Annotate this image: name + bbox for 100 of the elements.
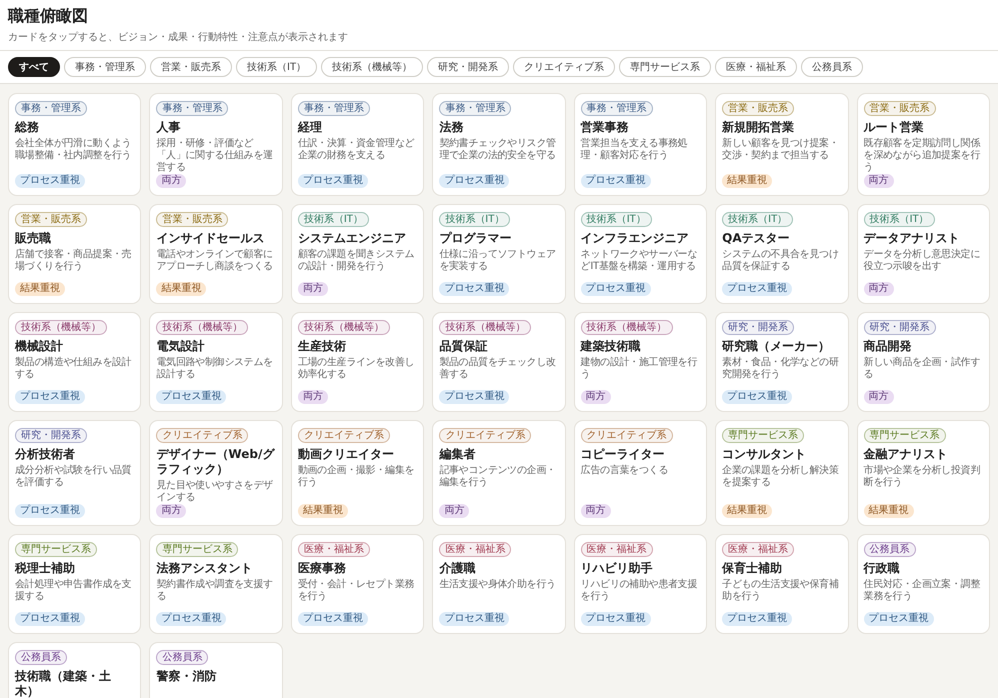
job-description: 子どもの生活支援や保育補助を行う — [722, 579, 840, 603]
filter-chip[interactable]: すべて — [8, 57, 60, 77]
job-title: コンサルタント — [722, 447, 806, 462]
category-tag: 技術系（IT） — [439, 212, 510, 227]
filter-chip[interactable]: 技術系（機械等） — [321, 57, 424, 77]
job-card[interactable]: 技術系（IT） QAテスター システムの不具合を見つけ品質を保証する プロセス重視 — [715, 204, 849, 304]
job-description: 契約書チェックやリスク管理で企業の法的安全を守る — [439, 138, 557, 162]
category-tag: 公務員系 — [156, 650, 208, 665]
focus-tag: プロセス重視 — [298, 174, 368, 188]
job-title: 生産技術 — [298, 339, 346, 354]
job-description: 成分分析や試験を行い品質を評価する — [15, 465, 132, 489]
category-tag: 公務員系 — [864, 542, 916, 557]
job-title: 人事 — [156, 120, 180, 135]
job-card[interactable]: 医療・福祉系 リハビリ助手 リハビリの補助や患者支援を行う プロセス重視 — [574, 534, 708, 634]
filter-chip[interactable]: 技術系（IT） — [236, 57, 318, 77]
job-title: 研究職（メーカー） — [722, 339, 830, 354]
job-description: 生活支援や身体介助を行う — [439, 579, 556, 591]
filter-chip[interactable]: 営業・販売系 — [150, 57, 232, 77]
category-tag: 研究・開発系 — [722, 320, 794, 335]
job-card[interactable]: クリエイティブ系 編集者 記事やコンテンツの企画・編集を行う 両方 — [432, 420, 566, 526]
job-title: 品質保証 — [439, 339, 488, 354]
focus-tag: 両方 — [580, 390, 611, 404]
job-card[interactable]: 営業・販売系 ルート営業 既存顧客を定期訪問し関係を深めながら追加提案を行う 両方 — [856, 93, 990, 196]
job-card[interactable]: 公務員系 行政職 住民対応・企画立案・調整業務を行う プロセス重視 — [856, 534, 990, 634]
filter-chip[interactable]: 公務員系 — [801, 57, 864, 77]
job-card[interactable]: 技術系（機械等） 品質保証 製品の品質をチェックし改善する プロセス重視 — [432, 312, 566, 412]
category-tag: 専門サービス系 — [15, 542, 97, 557]
job-card[interactable]: 技術系（機械等） 電気設計 電気回路や制御システムを設計する プロセス重視 — [149, 312, 283, 412]
category-tag: 研究・開発系 — [15, 428, 87, 443]
job-card[interactable]: 専門サービス系 金融アナリスト 市場や企業を分析し投資判断を行う 結果重視 — [856, 420, 990, 526]
job-card[interactable]: 研究・開発系 分析技術者 成分分析や試験を行い品質を評価する プロセス重視 — [8, 420, 142, 526]
focus-tag: プロセス重視 — [722, 390, 792, 404]
job-card[interactable]: 専門サービス系 税理士補助 会計処理や申告書作成を支援する プロセス重視 — [8, 534, 142, 634]
focus-tag: 結果重視 — [298, 504, 348, 518]
job-card[interactable]: クリエイティブ系 デザイナー（Web/グラフィック） 見た目や使いやすさをデザインする 両方 — [149, 420, 283, 526]
category-tag: 専門サービス系 — [156, 542, 238, 557]
job-title: 行政職 — [864, 561, 900, 576]
job-card[interactable]: 研究・開発系 研究職（メーカー） 素材・食品・化学などの研究開発を行う プロセス重視 — [715, 312, 849, 412]
filter-chip[interactable]: 事務・管理系 — [64, 57, 146, 77]
job-title: コピーライター — [580, 447, 665, 462]
job-card[interactable]: 事務・管理系 法務 契約書チェックやリスク管理で企業の法的安全を守る プロセス重視 — [432, 93, 566, 196]
job-title: 建築技術職 — [580, 339, 641, 354]
focus-tag: 結果重視 — [15, 282, 65, 296]
job-card[interactable]: 事務・管理系 経理 仕訳・決算・資金管理など企業の財務を支える プロセス重視 — [290, 93, 424, 196]
filter-chip[interactable]: 研究・開発系 — [427, 57, 510, 77]
job-card[interactable]: 技術系（機械等） 建築技術職 建物の設計・施工管理を行う 両方 — [574, 312, 708, 412]
job-description: 動画の企画・撮影・編集を行う — [298, 465, 416, 489]
job-description: 顧客の課題を聞きシステムの設計・開発を行う — [298, 249, 416, 273]
job-description: 電気回路や制御システムを設計する — [156, 357, 274, 381]
job-card[interactable]: 技術系（機械等） 生産技術 工場の生産ラインを改善し効率化する 両方 — [290, 312, 424, 412]
job-card[interactable]: 専門サービス系 法務アシスタント 契約書作成や調査を支援する プロセス重視 — [149, 534, 283, 634]
job-card[interactable]: 事務・管理系 営業事務 営業担当を支える事務処理・顧客対応を行う プロセス重視 — [574, 93, 708, 196]
filter-chip[interactable]: 医療・福祉系 — [715, 57, 798, 77]
job-card[interactable]: 営業・販売系 販売職 店舗で接客・商品提案・売場づくりを行う 結果重視 — [8, 204, 142, 304]
filter-chip[interactable]: クリエイティブ系 — [513, 57, 616, 77]
focus-tag: プロセス重視 — [864, 612, 934, 626]
filter-chip[interactable]: 専門サービス系 — [619, 57, 712, 77]
job-card[interactable]: 医療・福祉系 保育士補助 子どもの生活支援や保育補助を行う プロセス重視 — [715, 534, 849, 634]
job-card[interactable]: 医療・福祉系 介護職 生活支援や身体介助を行う プロセス重視 — [432, 534, 566, 634]
job-card[interactable]: 研究・開発系 商品開発 新しい商品を企画・試作する 両方 — [856, 312, 990, 412]
job-card[interactable]: 事務・管理系 総務 会社全体が円滑に動くよう職場整備・社内調整を行う プロセス重視 — [8, 93, 142, 196]
category-tag: 専門サービス系 — [722, 428, 804, 443]
job-card[interactable]: 営業・販売系 インサイドセールス 電話やオンラインで顧客にアプローチし商談をつくる 結果重視 — [149, 204, 283, 304]
page-subtitle: カードをタップすると、ビジョン・成果・行動特性・注意点が表示されます — [8, 30, 349, 44]
category-tag: 事務・管理系 — [439, 101, 512, 116]
job-title: インフラエンジニア — [580, 231, 689, 246]
job-description: リハビリの補助や患者支援を行う — [580, 579, 698, 603]
category-tag: 技術系（IT） — [864, 212, 935, 227]
job-card[interactable]: 専門サービス系 コンサルタント 企業の課題を分析し解決策を提案する 結果重視 — [715, 420, 849, 526]
job-description: 会社全体が円滑に動くよう職場整備・社内調整を行う — [15, 138, 132, 162]
job-title: 動画クリエイター — [298, 447, 394, 462]
job-title: リハビリ助手 — [580, 561, 653, 576]
job-card[interactable]: 公務員系 技術職（建築・土木） — [8, 642, 142, 698]
job-card[interactable]: クリエイティブ系 コピーライター 広告の言葉をつくる 両方 — [574, 420, 708, 526]
job-title: 警察・消防 — [156, 669, 216, 684]
job-title: 商品開発 — [864, 339, 912, 354]
job-card[interactable]: 事務・管理系 人事 採用・研修・評価など「人」に関する仕組みを運営する 両方 — [149, 93, 283, 196]
focus-tag: 両方 — [864, 174, 894, 188]
job-card[interactable]: 技術系（機械等） 機械設計 製品の構造や仕組みを設計する プロセス重視 — [8, 312, 142, 412]
job-card[interactable]: 技術系（IT） データアナリスト データを分析し意思決定に役立つ示唆を出す 両方 — [856, 204, 990, 304]
focus-tag: プロセス重視 — [15, 612, 85, 626]
job-description: 記事やコンテンツの企画・編集を行う — [439, 465, 557, 489]
job-card[interactable]: 技術系（IT） プログラマー 仕様に沿ってソフトウェアを実装する プロセス重視 — [432, 204, 566, 304]
job-title: データアナリスト — [864, 231, 960, 246]
job-title: 電気設計 — [156, 339, 204, 354]
job-card[interactable]: 営業・販売系 新規開拓営業 新しい顧客を見つけ提案・交渉・契約まで担当する 結果重視 — [715, 93, 849, 196]
job-card[interactable]: 医療・福祉系 医療事務 受付・会計・レセプト業務を行う プロセス重視 — [290, 534, 424, 634]
job-card[interactable]: 技術系（IT） システムエンジニア 顧客の課題を聞きシステムの設計・開発を行う 両方 — [290, 204, 424, 304]
job-card[interactable]: クリエイティブ系 動画クリエイター 動画の企画・撮影・編集を行う 結果重視 — [290, 420, 424, 526]
job-title: 機械設計 — [15, 339, 63, 354]
job-description: 住民対応・企画立案・調整業務を行う — [864, 579, 981, 603]
focus-tag: 両方 — [156, 504, 186, 518]
job-title: 医療事務 — [298, 561, 346, 576]
job-title: デザイナー（Web/グラフィック） — [156, 447, 276, 477]
focus-tag: プロセス重視 — [15, 174, 85, 188]
category-tag: 事務・管理系 — [580, 101, 653, 116]
job-card[interactable]: 技術系（IT） インフラエンジニア ネットワークやサーバーなどIT基盤を構築・運用する プロセス重視 — [574, 204, 708, 304]
job-title: 営業事務 — [580, 120, 629, 135]
focus-tag: プロセス重視 — [580, 612, 651, 626]
job-card[interactable]: 公務員系 警察・消防 — [149, 642, 283, 698]
